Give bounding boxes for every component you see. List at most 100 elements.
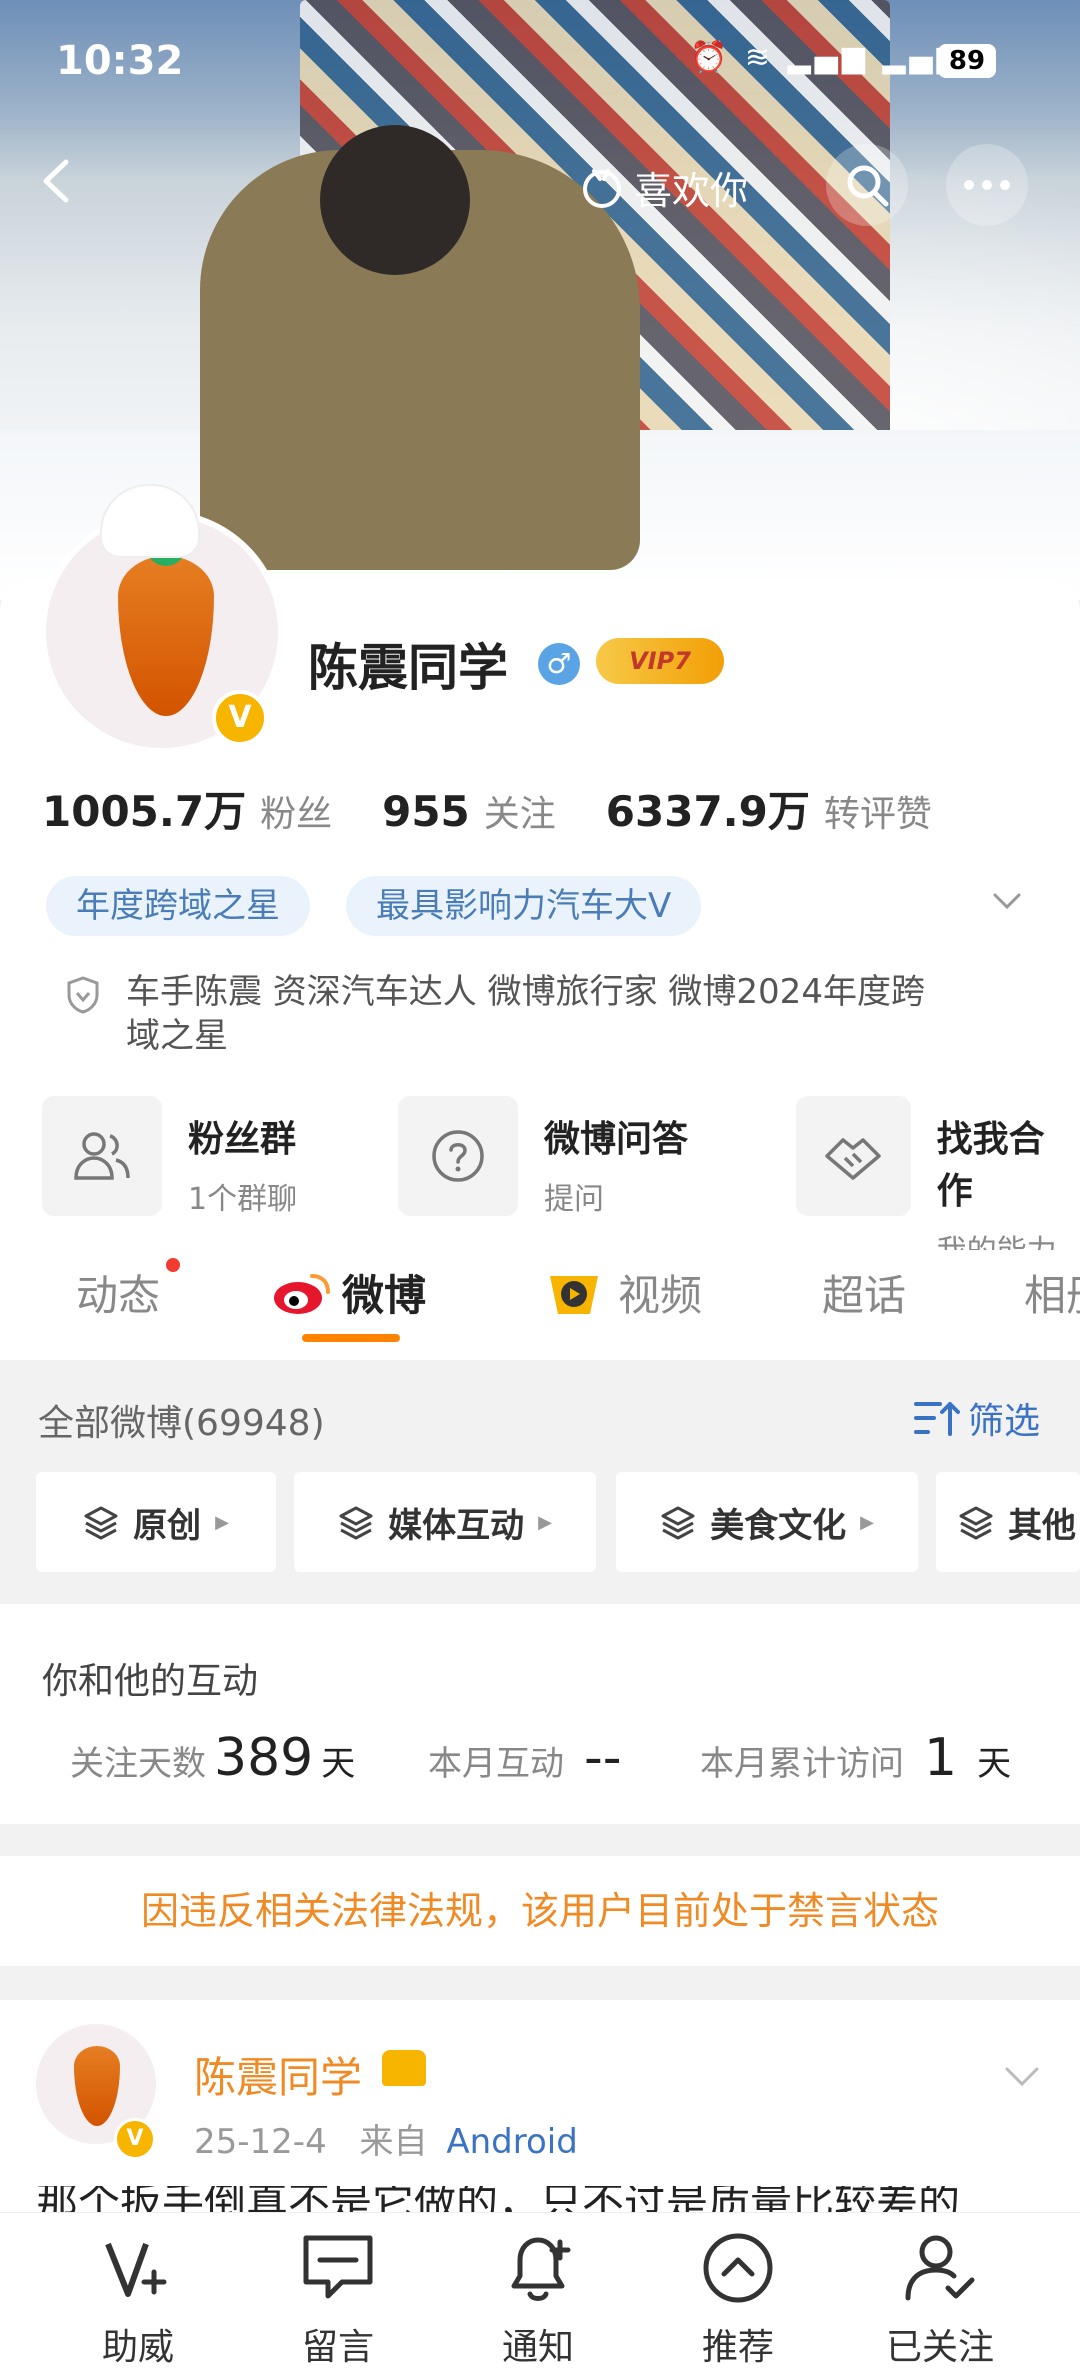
following-label: 关注 [483,794,556,835]
nav-label: 推荐 [701,2327,774,2368]
follow-days-value: 389 [214,1728,314,1788]
post-verified-v-icon: V [114,2118,156,2160]
profile-stats: 1005.7万 粉丝 955 关注 6337.9万 转评赞 [42,778,982,839]
tab-video[interactable]: 视频 [544,1262,702,1323]
status-time: 10:32 [56,38,184,84]
nav-label: 留言 [301,2327,374,2368]
profile-name: 陈震同学 [308,639,508,697]
all-weibo-count: 全部微博(69948) [38,1403,325,1444]
post-source-prefix: 来自 [359,2122,428,2162]
filter-label: 筛选 [968,1401,1041,1442]
chip-arrow-icon: ▶ [538,1511,552,1533]
chip-arrow-icon: ▶ [860,1511,874,1533]
vip-badge[interactable]: VIP7 [596,638,724,684]
month-interact-value: -- [584,1728,622,1788]
layers-icon [959,1506,993,1540]
chevron-down-icon[interactable] [1004,2058,1040,2094]
chip-arrow-icon: ▶ [215,1511,229,1533]
chip-media[interactable]: 媒体互动 ▶ [294,1472,596,1572]
shield-icon [67,976,99,1014]
more-button[interactable] [946,144,1028,226]
verified-v-icon: V [212,690,268,746]
battery-indicator: 89 [938,44,996,78]
reposts-count[interactable]: 6337.9万 [606,778,810,839]
follow-days: 关注天数 389 天 [70,1728,355,1788]
month-interact-label: 本月互动 [428,1744,564,1784]
verification-text: 车手陈震 资深汽车达人 微博旅行家 微博2024年度跨域之星 [126,972,925,1056]
tag-annual-star[interactable]: 年度跨域之星 [46,876,310,936]
month-visit-value: 1 [924,1728,958,1788]
following-count[interactable]: 955 [382,787,470,836]
chip-label: 原创 [133,1505,202,1546]
nav-notify[interactable]: 通知 [468,2228,608,2370]
nav-label: 已关注 [885,2327,994,2368]
tab-weibo[interactable]: 微博 [272,1262,426,1323]
user-check-icon [905,2235,975,2301]
like-label: 喜欢你 [634,168,749,213]
handshake-icon [796,1096,911,1216]
chip-original[interactable]: 原创 ▶ [36,1472,276,1572]
message-icon [303,2235,373,2299]
follow-days-label: 关注天数 [70,1744,206,1784]
layers-icon [339,1506,373,1540]
feature-qa[interactable]: 微博问答 提问 [398,1096,688,1218]
feature-fan-group[interactable]: 粉丝群 1个群聊 [42,1096,297,1218]
search-icon [847,165,889,207]
tab-video-label: 视频 [618,1271,703,1320]
feature-title: 找我合作 [936,1119,1045,1212]
post-source[interactable]: Android [446,2122,577,2162]
chip-food[interactable]: 美食文化 ▶ [616,1472,918,1572]
video-play-icon [550,1275,598,1314]
post-author-name[interactable]: 陈震同学 [194,2044,362,2105]
tab-super-topic[interactable]: 超话 [822,1262,906,1323]
question-icon [398,1096,518,1216]
fans-count[interactable]: 1005.7万 [42,778,246,839]
group-icon [42,1096,162,1216]
filter-button[interactable]: 筛选 [914,1392,1040,1444]
month-visit-unit: 天 [977,1744,1012,1784]
back-icon[interactable] [34,158,80,204]
more-dots-icon [964,180,1010,190]
weibo-logo-icon [274,1273,330,1314]
layers-icon [84,1506,118,1540]
interaction-panel [0,1604,1080,1824]
chip-label: 媒体互动 [388,1505,525,1546]
cheer-v-icon [105,2242,167,2297]
chip-label: 其他 [1008,1505,1076,1546]
ban-notice: 因违反相关法律法规，该用户目前处于禁言状态 [0,1856,1080,1966]
nav-cheer[interactable]: 助威 [68,2228,208,2370]
nav-recommend[interactable]: 推荐 [668,2228,808,2370]
search-button[interactable] [826,144,908,226]
crown-icon [382,2050,426,2086]
nav-label: 通知 [501,2327,574,2368]
feature-title: 粉丝群 [188,1119,297,1160]
reposts-label: 转评赞 [823,794,932,835]
profile-tabs [0,1250,1080,1360]
month-visit-label: 本月累计访问 [700,1744,904,1784]
nav-message[interactable]: 留言 [268,2228,408,2370]
fans-label: 粉丝 [260,794,333,835]
tab-album[interactable]: 相册 [1024,1262,1080,1323]
feature-title: 微博问答 [544,1119,689,1160]
status-signal-icons: ⏰ ≋ ▂▄▆ ▂▄▆ [690,40,964,75]
feature-subtitle: 1个群聊 [188,1182,298,1217]
month-visits: 本月累计访问 1 天 [700,1728,1011,1788]
tab-activity[interactable]: 动态 [76,1262,160,1323]
notification-dot [166,1258,180,1272]
nav-followed[interactable]: 已关注 [870,2228,1010,2370]
chevron-down-icon[interactable] [992,886,1022,916]
month-interaction: 本月互动 -- [428,1728,630,1788]
tab-weibo-label: 微博 [342,1271,427,1320]
interaction-title: 你和他的互动 [42,1661,259,1702]
avatar-carrot-image [118,556,214,716]
cover-person-head [320,125,470,275]
layers-icon [661,1506,695,1540]
chip-label: 美食文化 [710,1505,847,1546]
like-hand-icon [583,169,621,208]
male-gender-icon: ♂ [538,643,580,685]
up-circle-icon [703,2233,773,2303]
chip-other[interactable]: 其他 [936,1472,1080,1572]
like-button[interactable]: 喜欢你 [580,160,748,214]
bell-plus-icon [511,2237,571,2301]
tag-influential-auto[interactable]: 最具影响力汽车大V [346,876,702,936]
